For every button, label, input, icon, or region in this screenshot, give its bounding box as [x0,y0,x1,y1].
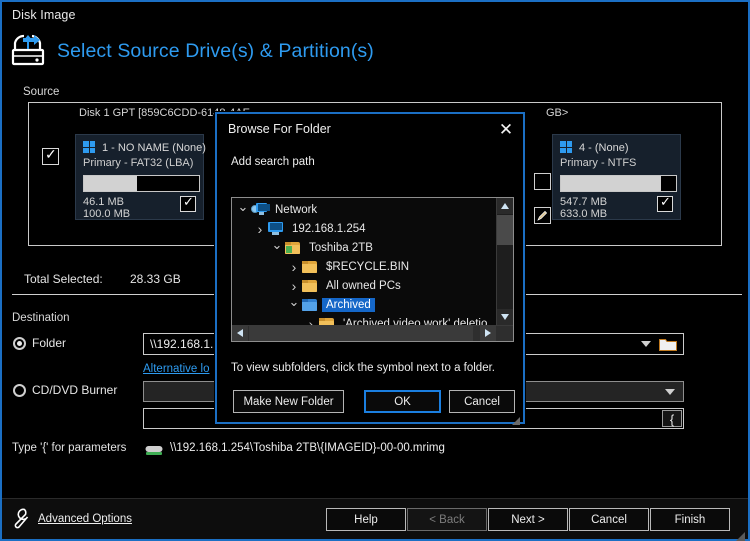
scroll-right-icon[interactable] [480,326,496,341]
help-button[interactable]: Help [326,508,406,531]
disk-select-checkbox[interactable] [42,146,59,165]
advanced-options-label: Advanced Options [38,512,132,525]
close-icon[interactable]: ✕ [495,119,517,139]
mid-checkbox[interactable] [534,173,551,190]
tree-twisty-icon[interactable] [287,259,301,275]
dialog-title: Browse For Folder [228,122,331,136]
tree-twisty-icon[interactable] [270,240,284,256]
tree-twisty-icon[interactable] [287,278,301,294]
wrench-icon [12,508,31,529]
tree-item-label: Toshiba 2TB [309,241,373,254]
footer-bar: Advanced Options Help < Back Next > Canc… [2,498,748,541]
tree-item-label: Archived [322,297,375,312]
cd-burner-radio[interactable] [13,383,26,397]
tree-item-label: Network [275,203,318,216]
advanced-options-link[interactable]: Advanced Options [12,508,132,529]
partition-4-usage-bar [560,175,677,192]
partition-1-usage-bar [83,175,200,192]
disk-caption-right: GB> [546,107,569,119]
folder-radio-row[interactable]: Folder [13,336,66,350]
drive-folder-icon [284,241,301,255]
tree-item-label: All owned PCs [326,279,401,292]
tree-twisty-icon[interactable] [236,202,250,218]
page-title: Select Source Drive(s) & Partition(s) [57,39,374,62]
scroll-up-icon[interactable] [497,198,513,214]
disk-image-window: Disk Image Select Source Drive(s) & Part… [0,0,750,541]
dialog-ok-button[interactable]: OK [364,390,441,413]
partition-4-usage-fill [561,176,662,191]
edit-partition-button[interactable] [534,207,551,224]
folder-tree[interactable]: Network 192.168.1.254 Toshiba 2TB $RECYCLE.… [231,197,514,342]
partition-1-name: 1 - NO NAME (None) [102,141,206,154]
folder-icon [301,260,318,274]
folder-open-icon [301,298,318,312]
tree-item-label: 192.168.1.254 [292,222,366,235]
partition-card-1[interactable]: 1 - NO NAME (None) Primary - FAT32 (LBA)… [75,134,206,220]
partition-card-4[interactable]: 4 - (None) Primary - NTFS 547.7 MB 633.0… [552,134,681,220]
computer-icon [267,221,284,236]
output-path-preview: \\192.168.1.254\Toshiba 2TB\{IMAGEID}-00… [170,442,445,454]
partition-1-header: 1 - NO NAME (None) [83,140,206,155]
page-header: Select Source Drive(s) & Partition(s) [10,34,374,68]
back-button: < Back [407,508,487,531]
chevron-down-icon[interactable] [641,341,651,347]
tree-horizontal-scrollbar[interactable] [232,325,513,341]
partition-4-type: Primary - NTFS [560,157,637,169]
tree-item[interactable]: Network [232,200,496,219]
dialog-hint: To view subfolders, click the symbol nex… [231,362,495,374]
finish-button[interactable]: Finish [650,508,730,531]
vertical-scroll-thumb[interactable] [497,215,513,245]
folder-radio-label: Folder [32,336,67,350]
drive-small-icon [145,443,163,455]
total-selected-value: 28.33 GB [130,272,181,286]
dialog-subtitle: Add search path [231,156,315,168]
parameters-hint: Type '{' for parameters [12,442,127,454]
destination-group-label: Destination [12,312,70,324]
windows-logo-icon [560,141,573,154]
tree-twisty-icon[interactable] [253,221,267,237]
make-new-folder-button[interactable]: Make New Folder [233,390,344,413]
partition-1-checkbox[interactable] [180,194,196,212]
partition-4-name: 4 - (None) [579,141,629,154]
partition-4-checkbox[interactable] [657,194,673,212]
dialog-resize-grip[interactable] [512,412,520,425]
tree-item[interactable]: $RECYCLE.BIN [232,257,496,276]
cd-burner-radio-row[interactable]: CD/DVD Burner [13,383,117,397]
cd-burner-radio-label: CD/DVD Burner [32,383,118,397]
window-title: Disk Image [12,8,76,22]
chevron-down-icon[interactable] [665,388,675,395]
network-icon [250,202,270,217]
source-group-label: Source [23,86,60,98]
next-button[interactable]: Next > [488,508,568,531]
tree-item[interactable]: 192.168.1.254 [232,219,496,238]
browse-folder-icon[interactable] [659,337,677,351]
alternative-location-link[interactable]: Alternative lo [143,363,209,375]
tree-item-label: $RECYCLE.BIN [326,260,410,273]
windows-logo-icon [83,141,96,154]
tree-item[interactable]: All owned PCs [232,276,496,295]
partition-4-header: 4 - (None) [560,140,674,155]
folder-tree-items: Network 192.168.1.254 Toshiba 2TB $RECYCLE.… [232,198,496,330]
tree-item[interactable]: Toshiba 2TB [232,238,496,257]
horizontal-scroll-thumb[interactable] [249,326,473,341]
browse-for-folder-dialog: Browse For Folder ✕ Add search path Netw… [215,112,525,425]
scroll-left-icon[interactable] [232,326,248,341]
total-selected-label: Total Selected: [24,272,103,286]
folder-icon [301,279,318,293]
cancel-button[interactable]: Cancel [569,508,649,531]
tree-twisty-icon[interactable] [287,297,301,313]
resize-grip[interactable] [736,528,745,541]
scroll-down-icon[interactable] [497,309,513,325]
tree-vertical-scrollbar[interactable] [496,198,513,325]
partition-1-usage-fill [84,176,137,191]
tree-item[interactable]: Archived [232,295,496,314]
partition-1-type: Primary - FAT32 (LBA) [83,157,194,169]
drive-import-icon [10,34,48,68]
brace-button[interactable]: { [662,410,682,427]
folder-radio[interactable] [13,336,26,350]
dialog-cancel-button[interactable]: Cancel [449,390,515,413]
